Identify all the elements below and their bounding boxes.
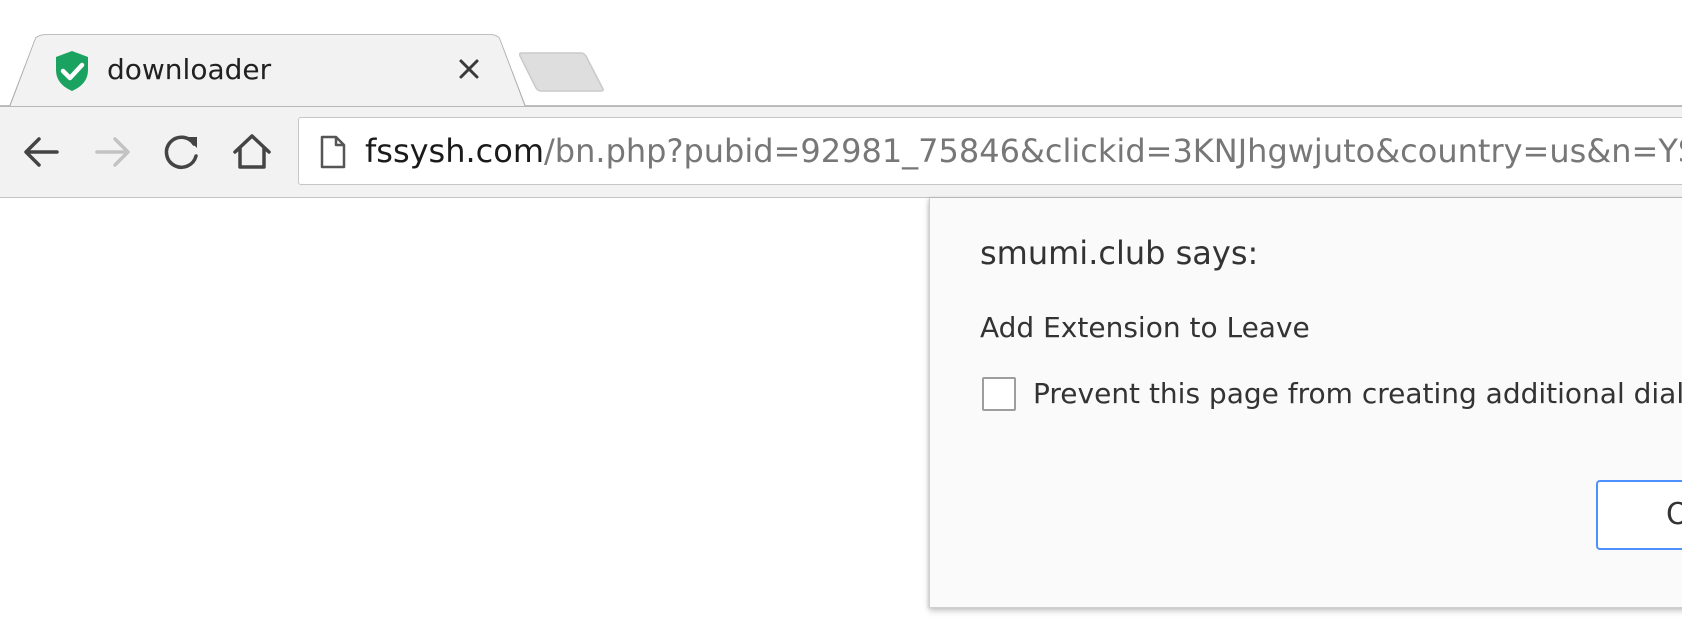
ok-button[interactable]: OK [1596,480,1682,550]
prevent-dialogs-label[interactable]: Prevent this page from creating addition… [1033,375,1682,413]
url-text: fssysh.com/bn.php?pubid=92981_75846&clic… [365,131,1682,171]
tab-title: downloader [107,53,272,86]
forward-arrow-icon[interactable] [87,127,137,177]
home-icon[interactable] [227,127,277,177]
dialog-title: smumi.club says: [980,234,1259,272]
url-host: fssysh.com [365,132,545,170]
prevent-dialogs-checkbox[interactable] [982,377,1016,411]
tab-strip: downloader [0,0,1682,107]
green-shield-check-icon [56,51,88,91]
address-bar[interactable]: fssysh.com/bn.php?pubid=92981_75846&clic… [298,117,1682,185]
back-arrow-icon[interactable] [17,127,67,177]
close-icon[interactable] [454,54,484,84]
url-path: /bn.php?pubid=92981_75846&clickid=3KNJhg… [544,132,1682,170]
alert-dialog: smumi.club says: Add Extension to Leave … [929,198,1682,608]
new-tab-icon[interactable] [519,51,605,93]
dialog-message: Add Extension to Leave [980,311,1310,344]
browser-toolbar: fssysh.com/bn.php?pubid=92981_75846&clic… [0,106,1682,198]
page-icon [320,135,346,169]
reload-icon[interactable] [157,127,207,177]
browser-window: downloader fssysh.com/bn.php?pubid=92981… [0,0,1682,625]
